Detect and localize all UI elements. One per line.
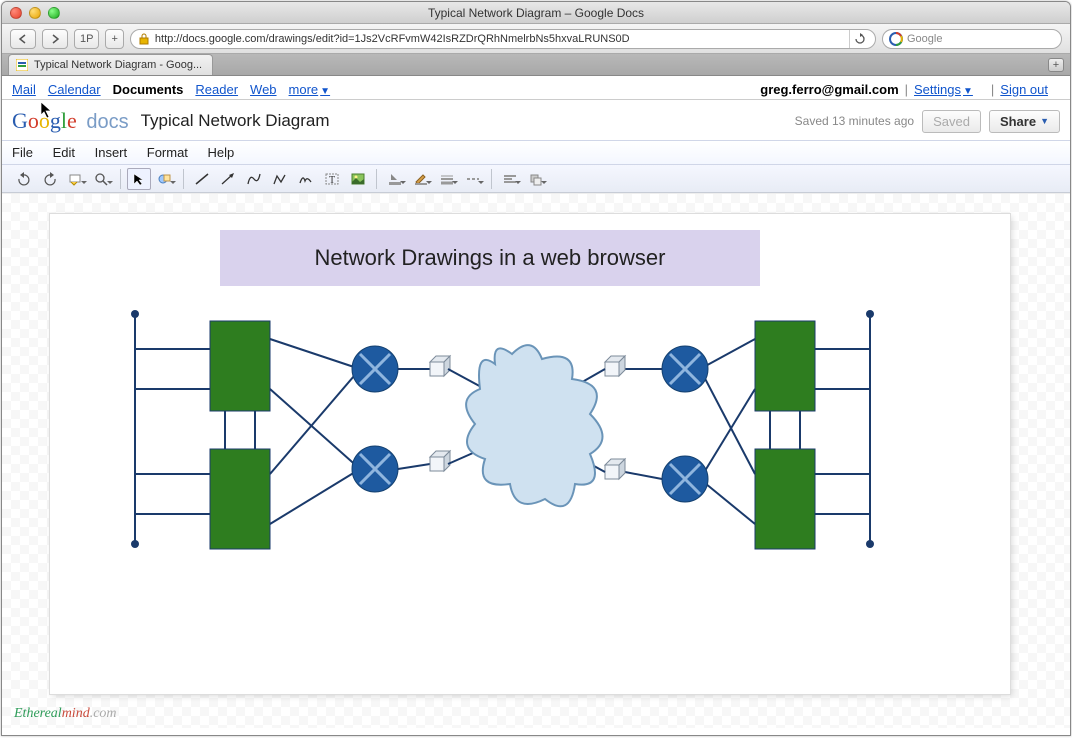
separator	[183, 169, 184, 189]
nav-signout[interactable]: Sign out	[1000, 82, 1048, 97]
nav-reader[interactable]: Reader	[195, 82, 238, 97]
nav-settings[interactable]: Settings▼	[914, 82, 973, 97]
firewall-shape[interactable]	[605, 356, 625, 376]
forward-button[interactable]	[42, 29, 68, 49]
arrow-tool-button[interactable]	[216, 168, 240, 190]
save-status: Saved 13 minutes ago	[795, 114, 914, 128]
traffic-lights	[2, 7, 60, 19]
drawing-page[interactable]: Network Drawings in a web browser	[50, 214, 1010, 694]
firewall-shape[interactable]	[430, 356, 450, 376]
browser-toolbar: 1P + http://docs.google.com/drawings/edi…	[2, 24, 1070, 54]
nav-web[interactable]: Web	[250, 82, 277, 97]
back-button[interactable]	[10, 29, 36, 49]
url-text: http://docs.google.com/drawings/edit?id=…	[155, 33, 845, 45]
switch-shape[interactable]	[755, 321, 815, 411]
mac-titlebar: Typical Network Diagram – Google Docs	[2, 2, 1070, 24]
menu-insert[interactable]: Insert	[95, 145, 128, 160]
tab-strip: Typical Network Diagram - Goog... +	[2, 54, 1070, 76]
nav-calendar[interactable]: Calendar	[48, 82, 101, 97]
arrange-button[interactable]	[524, 168, 548, 190]
bus-endpoint[interactable]	[866, 540, 874, 548]
browser-tab[interactable]: Typical Network Diagram - Goog...	[8, 54, 213, 75]
bus-endpoint[interactable]	[131, 310, 139, 318]
firewall-shape[interactable]	[605, 459, 625, 479]
line-color-button[interactable]	[409, 168, 433, 190]
url-field[interactable]: http://docs.google.com/drawings/edit?id=…	[130, 29, 876, 49]
router-shape[interactable]	[662, 456, 708, 502]
line-weight-button[interactable]	[435, 168, 459, 190]
switch-shape[interactable]	[210, 321, 270, 411]
onepassword-button[interactable]: 1P	[74, 29, 99, 49]
scribble-tool-button[interactable]	[294, 168, 318, 190]
window-title: Typical Network Diagram – Google Docs	[2, 6, 1070, 20]
fill-color-button[interactable]	[383, 168, 407, 190]
line-tool-button[interactable]	[190, 168, 214, 190]
browser-window: Typical Network Diagram – Google Docs 1P…	[1, 1, 1071, 736]
browser-search-field[interactable]: Google	[882, 29, 1062, 49]
separator	[491, 169, 492, 189]
canvas-area[interactable]: Network Drawings in a web browser	[2, 193, 1070, 728]
network-diagram[interactable]	[50, 214, 1010, 694]
paint-format-button[interactable]	[64, 168, 88, 190]
switch-shape[interactable]	[755, 449, 815, 549]
new-tab-button[interactable]: +	[1048, 58, 1064, 72]
router-shape[interactable]	[352, 446, 398, 492]
close-button[interactable]	[10, 7, 22, 19]
toolbar: T	[2, 165, 1070, 193]
nav-mail[interactable]: Mail	[12, 82, 36, 97]
zoom-button[interactable]	[48, 7, 60, 19]
document-title[interactable]: Typical Network Diagram	[141, 111, 330, 131]
firewall-shape[interactable]	[430, 451, 450, 471]
saved-button: Saved	[922, 110, 981, 133]
menu-edit[interactable]: Edit	[53, 145, 75, 160]
separator	[376, 169, 377, 189]
docs-header: Google docs Typical Network Diagram Save…	[2, 100, 1070, 141]
share-label: Share	[1000, 114, 1036, 129]
tab-label: Typical Network Diagram - Goog...	[34, 59, 202, 71]
shape-tool-button[interactable]	[153, 168, 177, 190]
router-shape[interactable]	[662, 346, 708, 392]
text-tool-button[interactable]: T	[320, 168, 344, 190]
menu-file[interactable]: File	[12, 145, 33, 160]
watermark: Etherealmind.com	[14, 706, 117, 722]
router-shape[interactable]	[352, 346, 398, 392]
nav-documents[interactable]: Documents	[113, 82, 184, 97]
minimize-button[interactable]	[29, 7, 41, 19]
curve-tool-button[interactable]	[242, 168, 266, 190]
align-button[interactable]	[498, 168, 522, 190]
add-bookmark-button[interactable]: +	[105, 29, 123, 49]
user-email: greg.ferro@gmail.com	[760, 82, 898, 97]
google-docs-logo[interactable]: Google docs	[12, 108, 129, 134]
chevron-down-icon: ▼	[1040, 116, 1049, 126]
line-dash-button[interactable]	[461, 168, 485, 190]
zoom-button[interactable]	[90, 168, 114, 190]
google-search-icon	[889, 32, 903, 46]
menu-format[interactable]: Format	[147, 145, 188, 160]
bus-endpoint[interactable]	[866, 310, 874, 318]
redo-button[interactable]	[38, 168, 62, 190]
google-nav-bar: Mail Calendar Documents Reader Web more▼…	[2, 76, 1070, 100]
polyline-tool-button[interactable]	[268, 168, 292, 190]
svg-text:T: T	[329, 175, 335, 186]
menu-help[interactable]: Help	[208, 145, 235, 160]
image-tool-button[interactable]	[346, 168, 370, 190]
nav-more[interactable]: more▼	[289, 82, 331, 97]
separator	[120, 169, 121, 189]
switch-shape[interactable]	[210, 449, 270, 549]
reload-button[interactable]	[849, 29, 869, 49]
undo-button[interactable]	[12, 168, 36, 190]
share-button[interactable]: Share ▼	[989, 110, 1060, 133]
menubar: File Edit Insert Format Help	[2, 141, 1070, 165]
select-tool-button[interactable]	[127, 168, 151, 190]
tab-favicon-icon	[15, 58, 29, 72]
search-placeholder: Google	[907, 33, 942, 45]
bus-endpoint[interactable]	[131, 540, 139, 548]
cloud-shape[interactable]	[466, 345, 602, 506]
site-lock-icon	[137, 32, 151, 46]
